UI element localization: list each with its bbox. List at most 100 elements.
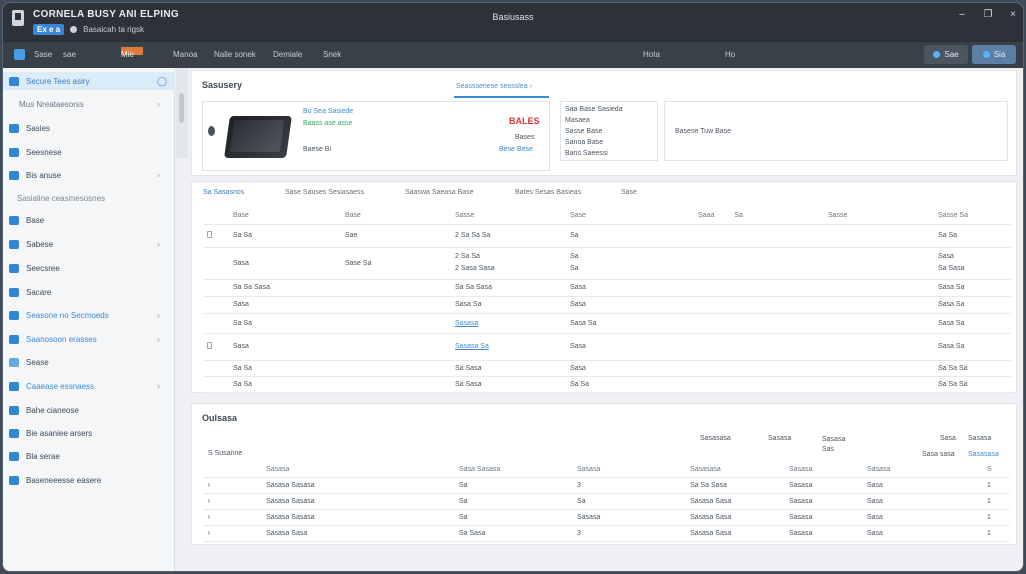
column-header[interactable]: Sasse xyxy=(451,208,566,225)
window-title: Basiusass xyxy=(492,12,534,22)
table-cell xyxy=(694,333,824,361)
toolbar-item-5[interactable]: Nalle sonek xyxy=(214,50,256,59)
summary-header-7[interactable]: Sasasasa xyxy=(968,451,999,458)
table-cell: Sasa xyxy=(863,477,983,494)
filter-tab-2[interactable]: Sase Sauses Sesiasaess xyxy=(285,189,364,196)
info-icon[interactable]: ◯ xyxy=(157,76,169,87)
filter-tab-4[interactable]: Bates Sesas Basieas xyxy=(515,189,581,196)
account-chip[interactable]: Ex e a xyxy=(33,24,65,35)
table-cell: Sa Sa xyxy=(229,224,341,248)
toolbar-item-right-1[interactable]: Hota xyxy=(643,50,660,59)
close-icon[interactable]: × xyxy=(1004,8,1022,22)
filter-tab-3[interactable]: Saaswa Saeasa Base xyxy=(405,189,474,196)
table-cell: Sasasa xyxy=(785,477,863,494)
column-header[interactable]: Sasasasa xyxy=(686,462,785,478)
summary-tab-link[interactable]: Seasssenese seosslea › xyxy=(456,83,532,90)
sidebar-item-11[interactable]: Seasone no Secmoeds › xyxy=(3,306,175,324)
price-note-2[interactable]: Bese Bese xyxy=(499,146,533,153)
sidebar-item-12[interactable]: Saanosoon erasses › xyxy=(3,330,175,348)
sidebar-item-17[interactable]: Bla serae xyxy=(3,447,175,465)
row-checkbox-cell[interactable] xyxy=(203,224,229,248)
table-row[interactable]: Sa Sa Sa Sasa Sasa Sa Sa Sa xyxy=(203,360,1011,377)
product-box: Bu Sea Sasiede Baass ase asse Baese Bi B… xyxy=(202,101,550,171)
sidebar-scrollbar[interactable] xyxy=(176,68,188,158)
table-row[interactable]: Sa Sa Sasa Sa Sa Sasa Sasa Sasa Sa xyxy=(203,279,1011,297)
sidebar-item-18[interactable]: Baseneeesse easere xyxy=(3,471,175,489)
table-row[interactable]: Sa Sa Sae 2 Sa Sa Sa Sa Sa Sa xyxy=(203,224,1011,248)
minimize-icon[interactable]: – xyxy=(953,8,971,22)
table-row[interactable]: Sasa Sasasa Sa Sasa Sasa Sa xyxy=(203,333,1011,361)
toolbar-item-6[interactable]: Demiale xyxy=(273,50,302,59)
table-cell-link[interactable]: Sasasa xyxy=(451,313,566,334)
sidebar-item-1[interactable]: Secure Tees asiry ◯ xyxy=(3,72,175,90)
table-row[interactable]: ı Sasasa Sasa Sa Sasa 3 Sasasa Sasa Sasa… xyxy=(204,525,1010,542)
sidebar-item-7[interactable]: Base xyxy=(3,211,175,229)
column-header[interactable]: Base xyxy=(229,208,341,225)
table-row[interactable]: ı Sasasa Sasasa Sa Sa Sasasa Sasa Sasasa… xyxy=(204,493,1010,510)
sidebar-item-label: Bla serae xyxy=(26,451,60,461)
table-row[interactable]: Sa Sa Sasasa Sasa Sa Sasa Sa xyxy=(203,313,1011,334)
shield-icon xyxy=(9,428,19,438)
sidebar-item-13[interactable]: Sease xyxy=(3,353,175,371)
column-header[interactable]: Saaa Sa xyxy=(694,208,824,225)
toolbar-button-1[interactable]: Sae xyxy=(924,45,968,64)
sidebar-item-4[interactable]: Seesnese xyxy=(3,143,175,161)
table-cell: Sa Sa Sa xyxy=(934,376,1011,393)
toolbar-button-2[interactable]: Sia xyxy=(972,45,1016,64)
orders-table: Base Base Sasse Sase Saaa Sa Sasse Sasse… xyxy=(203,208,1011,393)
row-checkbox[interactable] xyxy=(207,342,212,349)
column-header[interactable]: Base xyxy=(341,208,451,225)
column-header[interactable]: S xyxy=(983,462,1010,478)
table-cell: Sasa Sa xyxy=(934,279,1011,297)
sidebar-item-8[interactable]: Sabese › xyxy=(3,235,175,253)
table-cell: Sasasa xyxy=(785,525,863,542)
table-cell xyxy=(341,376,451,393)
table-cell: Sasa Sa Sasa xyxy=(934,247,1011,280)
toolbar-item-1[interactable]: Sase xyxy=(34,50,52,59)
table-cell xyxy=(824,376,934,393)
toolbar-item-right-2[interactable]: Ho xyxy=(725,50,735,59)
sidebar-item-label: Seesnese xyxy=(26,147,62,157)
column-header[interactable]: Sasa Sasasa xyxy=(455,462,573,478)
column-header[interactable]: Sasasa xyxy=(573,462,686,478)
calendar-icon xyxy=(9,405,19,415)
table-row[interactable]: Sa Sa Sa Sasa Sa Sa Sa Sa Sa xyxy=(203,376,1011,393)
sidebar-item-15[interactable]: Bahe cianeose xyxy=(3,401,175,419)
column-header[interactable]: Sasasa xyxy=(785,462,863,478)
sidebar-item-9[interactable]: Seecsree xyxy=(3,259,175,277)
column-header[interactable]: Sase xyxy=(566,208,694,225)
table-cell: Sa Sasa xyxy=(451,376,566,393)
column-header[interactable]: Sasasa xyxy=(863,462,983,478)
filter-tab-1[interactable]: Sa Sasasnos xyxy=(203,189,244,196)
sidebar-item-2[interactable]: Mus Nreataesorss › xyxy=(3,95,175,113)
sidebar-item-5[interactable]: Bis anuse › xyxy=(3,166,175,184)
table-row[interactable]: Sasa Sasa Sa Sasa Sasa Sa xyxy=(203,296,1011,314)
home-icon[interactable] xyxy=(14,49,25,60)
maximize-icon[interactable]: ❐ xyxy=(979,8,997,22)
filter-tab-5[interactable]: Sase xyxy=(621,189,637,196)
sidebar-item-10[interactable]: Sacare xyxy=(3,283,175,301)
table-cell: Sasa xyxy=(566,279,694,297)
table-cell-link[interactable]: Sasasa Sa xyxy=(451,333,566,361)
table-cell: Sasa xyxy=(863,509,983,526)
row-checkbox-cell[interactable] xyxy=(203,333,229,361)
table-row[interactable]: Sasa Sase Sa 2 Sa Sa 2 Sasa Sasa Sa Sa S… xyxy=(203,247,1011,280)
toolbar-item-2[interactable]: sae xyxy=(63,50,76,59)
table-row[interactable]: ı Sasasa Sasasa Sa 3 Sa Sa Sasa Sasasa S… xyxy=(204,477,1010,494)
column-header[interactable]: Sasse Sa xyxy=(934,208,1011,225)
toolbar-item-7[interactable]: Snek xyxy=(323,50,341,59)
toolbar-item-4[interactable]: Manoa xyxy=(173,50,197,59)
sidebar-item-14[interactable]: Caaease essnaess › xyxy=(3,377,175,395)
sidebar-item-16[interactable]: Bie asaniee arsers xyxy=(3,424,175,442)
table-cell xyxy=(824,296,934,314)
toolbar-item-3[interactable]: Mie xyxy=(121,50,134,59)
column-header[interactable]: Sasse xyxy=(824,208,934,225)
row-checkbox[interactable] xyxy=(207,231,212,238)
sidebar-item-3[interactable]: Sasies xyxy=(3,119,175,137)
product-name[interactable]: Bu Sea Sasiede xyxy=(303,108,353,115)
row-checkbox-cell xyxy=(203,247,229,280)
table-row[interactable]: ı Sasasa Sasasa Sa Sasasa Sasasa Sasa Sa… xyxy=(204,509,1010,526)
toolbar-button-2-label: Sia xyxy=(993,50,1006,59)
column-header[interactable]: Sasasa xyxy=(262,462,455,478)
sidebar-item-label: Bahe cianeose xyxy=(26,405,79,415)
